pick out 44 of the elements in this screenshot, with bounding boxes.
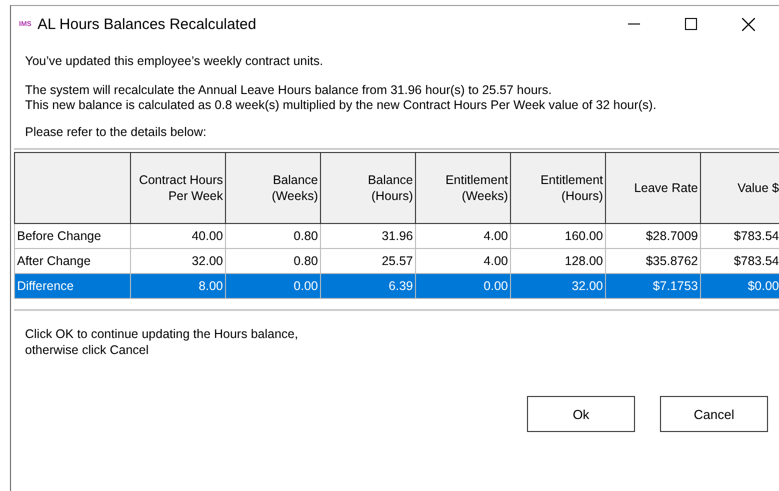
table-row[interactable]: Before Change 40.00 0.80 31.96 4.00 160.00 $28.7009 $783.54	[14, 224, 779, 248]
column-header: Contract Hours Per Week	[138, 173, 223, 203]
table-cell: 31.96	[382, 229, 413, 243]
table-cell: 4.00	[484, 254, 508, 268]
table-row[interactable]: Difference 8.00 0.00 6.39 0.00 32.00 $7.1753 $0.00	[14, 274, 779, 298]
table-cell: 25.57	[382, 254, 413, 268]
table-cell: 0.80	[294, 229, 318, 243]
table-cell: $0.00	[748, 279, 779, 293]
table-cell: Before Change	[17, 229, 102, 243]
window-title: AL Hours Balances Recalculated	[37, 16, 256, 32]
instruction-text: otherwise click Cancel	[25, 342, 150, 358]
column-header: Value $	[738, 181, 779, 195]
table-cell: After Change	[17, 254, 91, 268]
table-cell: 0.00	[294, 279, 318, 293]
ok-button[interactable]: Ok	[527, 396, 635, 432]
table-cell: $35.8762	[646, 254, 698, 268]
table-cell: 4.00	[484, 229, 508, 243]
table-cell: 8.00	[198, 279, 223, 293]
table-cell: $28.7009	[646, 229, 698, 243]
table-cell: 6.39	[388, 279, 413, 293]
table-cell: $783.54	[734, 254, 779, 268]
table-cell: Difference	[17, 279, 74, 293]
column-header: Entitlement (Weeks)	[445, 173, 508, 203]
explanation-text: This new balance is calculated as 0.8 week(s) multiplied by the new Contract Hours Per Week value of 32 hour(s).	[25, 98, 658, 113]
column-header: Balance (Hours)	[368, 173, 413, 203]
maximize-icon[interactable]	[685, 18, 697, 30]
table-cell: $7.1753	[652, 279, 698, 293]
close-icon[interactable]	[742, 18, 755, 30]
table-cell: 32.00	[572, 279, 603, 293]
table-cell: 0.00	[484, 279, 508, 293]
column-header: Leave Rate	[634, 181, 698, 195]
intro-text: You’ve updated this employee’s weekly contract units.	[25, 54, 324, 68]
details-label: Please refer to the details below:	[25, 125, 208, 139]
table-cell: 32.00	[192, 254, 223, 268]
column-header: Balance (Weeks)	[272, 173, 318, 203]
table-cell: 0.80	[294, 254, 318, 268]
table-cell: 40.00	[192, 229, 223, 243]
explanation-text: The system will recalculate the Annual Leave Hours balance from 31.96 hour(s) to 25.57 hours.	[25, 83, 553, 98]
table-cell: 160.00	[564, 229, 603, 243]
cancel-button[interactable]: Cancel	[660, 396, 768, 432]
table-cell: 128.00	[564, 254, 603, 268]
table-cell: $783.54	[734, 229, 779, 243]
instruction-text: Click OK to continue updating the Hours balance,	[25, 326, 300, 342]
column-header: Entitlement (Hours)	[540, 173, 603, 203]
